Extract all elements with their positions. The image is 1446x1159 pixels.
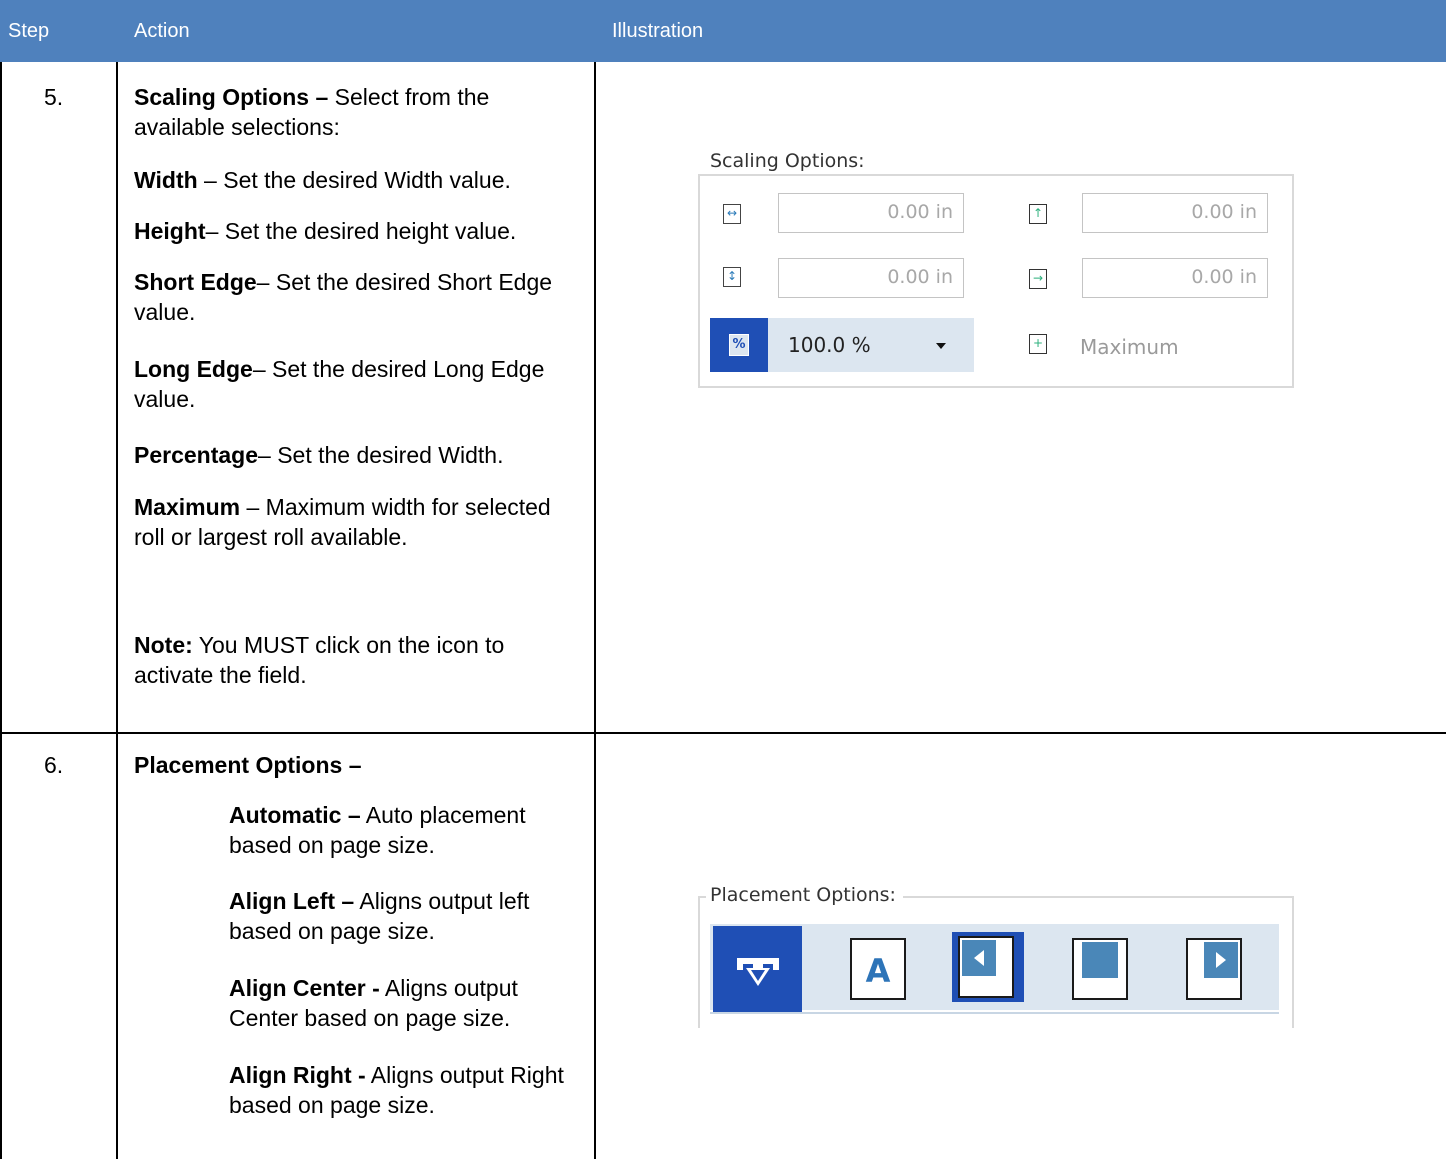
maximum-icon[interactable]: + (1029, 334, 1047, 354)
term: Long Edge (134, 356, 253, 382)
long-edge-field[interactable]: 0.00 in (1082, 258, 1268, 298)
action-item-note: Note: You MUST click on the icon to acti… (134, 630, 574, 690)
height-icon[interactable]: ↕ (723, 267, 741, 287)
align-left-page (958, 936, 1014, 998)
term: Placement Options – (134, 752, 362, 778)
align-center-button[interactable] (1072, 938, 1128, 1000)
automatic-placement-button[interactable] (713, 926, 802, 1012)
letter-a: A (866, 952, 891, 990)
action-item-short-edge: Short Edge– Set the desired Short Edge v… (134, 267, 574, 327)
short-edge-field[interactable]: 0.00 in (1082, 193, 1268, 233)
border-left (0, 62, 2, 1159)
short-edge-icon[interactable]: ↑ (1029, 204, 1047, 224)
action-item-automatic: Automatic – Auto placement based on page… (229, 800, 579, 860)
term: Short Edge (134, 269, 257, 295)
action-item-height: Height– Set the desired height value. (134, 216, 584, 246)
action-item-width: Width – Set the desired Width value. (134, 165, 584, 195)
desc: – Set the desired height value. (205, 218, 517, 244)
term: Height (134, 218, 206, 244)
row-divider (0, 732, 1446, 734)
term: Align Left – (229, 888, 355, 914)
long-edge-icon[interactable]: → (1029, 269, 1047, 289)
width-field[interactable]: 0.00 in (778, 193, 964, 233)
percentage-value[interactable]: 100.0 % (788, 333, 871, 357)
action-item-align-right: Align Right - Aligns output Right based … (229, 1060, 569, 1120)
action-item-long-edge: Long Edge– Set the desired Long Edge val… (134, 354, 564, 414)
chevron-down-icon[interactable] (936, 343, 946, 349)
action-item-scaling-options: Scaling Options – Select from the availa… (134, 82, 574, 142)
placement-options-title: Placement Options: (706, 884, 903, 906)
border-col-1 (116, 62, 118, 1159)
align-left-icon (962, 940, 996, 976)
toolbar-divider (710, 1012, 1279, 1014)
automatic-placement-icon (737, 958, 779, 986)
text-placement-button[interactable]: A (850, 938, 906, 1000)
action-item-percentage: Percentage– Set the desired Width. (134, 440, 584, 470)
maximum-label: Maximum (1080, 335, 1179, 359)
width-icon[interactable]: ↔ (723, 204, 741, 224)
desc: – Set the desired Width value. (197, 167, 511, 193)
height-field[interactable]: 0.00 in (778, 258, 964, 298)
term: Align Center - (229, 975, 380, 1001)
step-number-5: 5. (44, 84, 64, 110)
percent-icon[interactable]: % (729, 334, 749, 356)
action-item-maximum: Maximum – Maximum width for selected rol… (134, 492, 574, 552)
align-right-button[interactable] (1186, 938, 1242, 1000)
border-col-2 (594, 62, 596, 1159)
header-action: Action (134, 20, 190, 42)
term: Note: (134, 632, 193, 658)
align-center-icon (1082, 942, 1118, 978)
term: Maximum (134, 494, 241, 520)
term: Automatic – (229, 802, 361, 828)
letter-a-icon: A (866, 952, 891, 990)
term: Align Right - (229, 1062, 366, 1088)
align-right-icon (1204, 942, 1238, 978)
step-number-6: 6. (44, 752, 64, 778)
action-item-align-left: Align Left – Aligns output left based on… (229, 886, 584, 946)
header-step: Step (8, 20, 50, 42)
scaling-options-title: Scaling Options: (706, 150, 872, 172)
action-item-placement-options: Placement Options – (134, 750, 574, 780)
table-header: Step Action Illustration (0, 0, 1446, 62)
instruction-table: Step Action Illustration 5. Scaling Opti… (0, 0, 1446, 1159)
term: Scaling Options – (134, 84, 329, 110)
term: Width (134, 167, 198, 193)
term: Percentage (134, 442, 259, 468)
action-item-align-center: Align Center - Aligns output Center base… (229, 973, 584, 1033)
header-illustration: Illustration (612, 20, 704, 42)
desc: – Set the desired Width. (258, 442, 504, 468)
